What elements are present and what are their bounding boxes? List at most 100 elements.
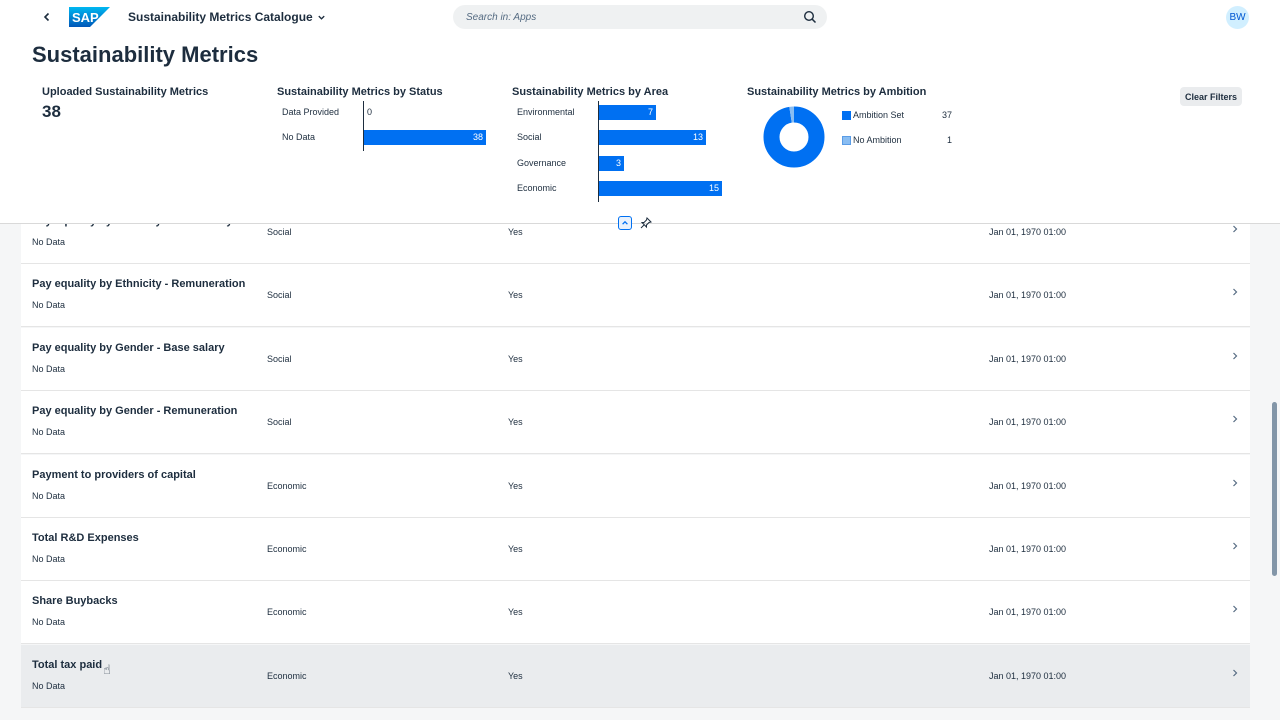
search-icon[interactable] <box>803 10 817 24</box>
search-field <box>453 5 827 29</box>
page-title: Sustainability Metrics <box>32 42 259 67</box>
ambition-value: Yes <box>508 670 523 681</box>
ambition-value: Yes <box>508 290 523 301</box>
legend-label[interactable]: Ambition Set <box>853 110 904 120</box>
page-header: Sustainability Metrics Uploaded Sustaina… <box>0 36 1280 230</box>
kpi-area-title: Sustainability Metrics by Area <box>512 86 669 98</box>
back-button[interactable] <box>38 8 56 26</box>
pointer-cursor-icon: ☝ <box>103 662 111 677</box>
bar-value-label: 13 <box>692 132 703 143</box>
legend-swatch <box>842 136 851 145</box>
svg-text:SAP: SAP <box>72 10 99 25</box>
row-navigation-icon[interactable] <box>1232 352 1238 363</box>
ambition-value: Yes <box>508 480 523 491</box>
user-avatar[interactable]: BW <box>1226 6 1249 29</box>
metric-area: Economic <box>267 607 307 618</box>
ambition-value: Yes <box>508 227 523 237</box>
metric-area: Social <box>267 353 292 364</box>
table-row[interactable]: Total tax paid No Data Economic Yes Jan 01, … <box>21 644 1250 708</box>
data-status: No Data <box>32 490 66 501</box>
metric-area: Social <box>267 417 292 428</box>
search-input[interactable] <box>466 11 786 23</box>
metric-name: Payment to providers of capital <box>32 468 196 481</box>
legend-swatch <box>842 111 851 120</box>
bar-value-label: 7 <box>647 107 653 117</box>
data-status: No Data <box>32 680 66 691</box>
data-status: No Data <box>32 427 66 438</box>
metric-area: Economic <box>267 670 307 681</box>
donut-slice-0[interactable] <box>763 106 825 168</box>
metric-area: Economic <box>267 480 307 491</box>
ambition-value: Yes <box>508 607 523 618</box>
row-navigation-icon[interactable] <box>1232 542 1238 553</box>
metric-name: Total tax paid <box>32 658 103 671</box>
table-row[interactable]: Share Buybacks No Data Economic Yes Jan 01, … <box>21 581 1250 645</box>
table-row[interactable]: Pay equality by Gender - Remuneration No … <box>21 391 1250 455</box>
legend-label[interactable]: No Ambition <box>853 135 902 145</box>
bar-label: Governance <box>517 157 567 168</box>
metric-area: Economic <box>267 544 307 554</box>
metric-name: Pay equality by Gender - Base salary <box>32 341 225 354</box>
chevron-left-icon <box>43 12 50 22</box>
sap-logo: SAP <box>69 7 110 27</box>
row-navigation-icon[interactable] <box>1232 605 1238 616</box>
clear-filters-button[interactable]: Clear Filters <box>1180 87 1243 106</box>
chevron-up-icon <box>622 220 628 225</box>
table-row[interactable]: Payment to providers of capital No Data Ec… <box>21 454 1250 518</box>
kpi-uploaded-title: Uploaded Sustainability Metrics <box>42 86 209 98</box>
bar-label: Environmental <box>517 107 575 117</box>
table-row[interactable]: Total R&D Expenses No Data Economic Yes Jan … <box>21 518 1250 581</box>
metric-name: Total R&D Expenses <box>32 532 139 544</box>
data-status: No Data <box>32 363 66 374</box>
last-changed-date: Jan 01, 1970 01:00 <box>989 353 1067 364</box>
last-changed-date: Jan 01, 1970 01:00 <box>989 227 1067 237</box>
last-changed-date: Jan 01, 1970 01:00 <box>989 480 1067 491</box>
legend-value: 37 <box>942 110 953 120</box>
metric-name: Pay equality by Ethnicity - Remuneration <box>32 278 246 291</box>
bar-label: Data Provided <box>282 107 340 117</box>
row-navigation-icon[interactable] <box>1232 415 1238 426</box>
last-changed-date: Jan 01, 1970 01:00 <box>989 290 1067 301</box>
pin-header-button[interactable] <box>639 216 653 230</box>
app-title-menu[interactable]: Sustainability Metrics Catalogue <box>128 10 326 24</box>
row-navigation-icon[interactable] <box>1232 479 1238 490</box>
bar-value-label: 15 <box>708 182 719 193</box>
last-changed-date: Jan 01, 1970 01:00 <box>989 417 1067 428</box>
row-navigation-icon[interactable] <box>1232 288 1238 299</box>
bar-value-label: 3 <box>615 157 621 168</box>
chevron-down-icon <box>318 15 325 20</box>
ambition-value: Yes <box>508 544 523 554</box>
bar-value-label: 0 <box>367 107 373 117</box>
data-status: No Data <box>32 554 66 564</box>
bar-label: Social <box>517 132 542 143</box>
data-status: No Data <box>32 300 66 311</box>
last-changed-date: Jan 01, 1970 01:00 <box>989 544 1067 554</box>
last-changed-date: Jan 01, 1970 01:00 <box>989 670 1067 681</box>
pin-icon <box>640 217 652 229</box>
metric-name: Share Buybacks <box>32 595 118 608</box>
kpi-ambition-title: Sustainability Metrics by Ambition <box>747 86 927 98</box>
data-status: No Data <box>32 237 66 247</box>
table-row[interactable]: Pay equality by Ethnicity - Remuneration… <box>21 264 1250 328</box>
ambition-value: Yes <box>508 353 523 364</box>
metric-area: Social <box>267 290 292 301</box>
metric-name: Pay equality by Gender - Remuneration <box>32 405 238 418</box>
ambition-value: Yes <box>508 417 523 428</box>
ambition-donut-chart <box>763 106 825 168</box>
kpi-status-title: Sustainability Metrics by Status <box>277 86 443 98</box>
kpi-uploaded-value: 38 <box>42 102 61 121</box>
row-navigation-icon[interactable] <box>1232 225 1238 236</box>
bar-label: No Data <box>282 132 316 142</box>
collapse-header-button[interactable] <box>618 216 632 230</box>
data-status: No Data <box>32 617 66 628</box>
row-navigation-icon[interactable] <box>1232 669 1238 680</box>
table-row[interactable]: Pay equality by Gender - Base salary No D… <box>21 327 1250 391</box>
bar-value-label: 38 <box>472 132 483 142</box>
metric-area: Social <box>267 227 292 237</box>
legend-value: 1 <box>947 135 953 145</box>
last-changed-date: Jan 01, 1970 01:00 <box>989 607 1067 618</box>
vertical-scrollbar[interactable] <box>1272 402 1277 576</box>
app-title: Sustainability Metrics Catalogue <box>128 10 313 24</box>
bar-label: Economic <box>517 182 557 193</box>
shell-bar: SAP Sustainability Metrics Catalogue BW <box>0 0 1280 36</box>
